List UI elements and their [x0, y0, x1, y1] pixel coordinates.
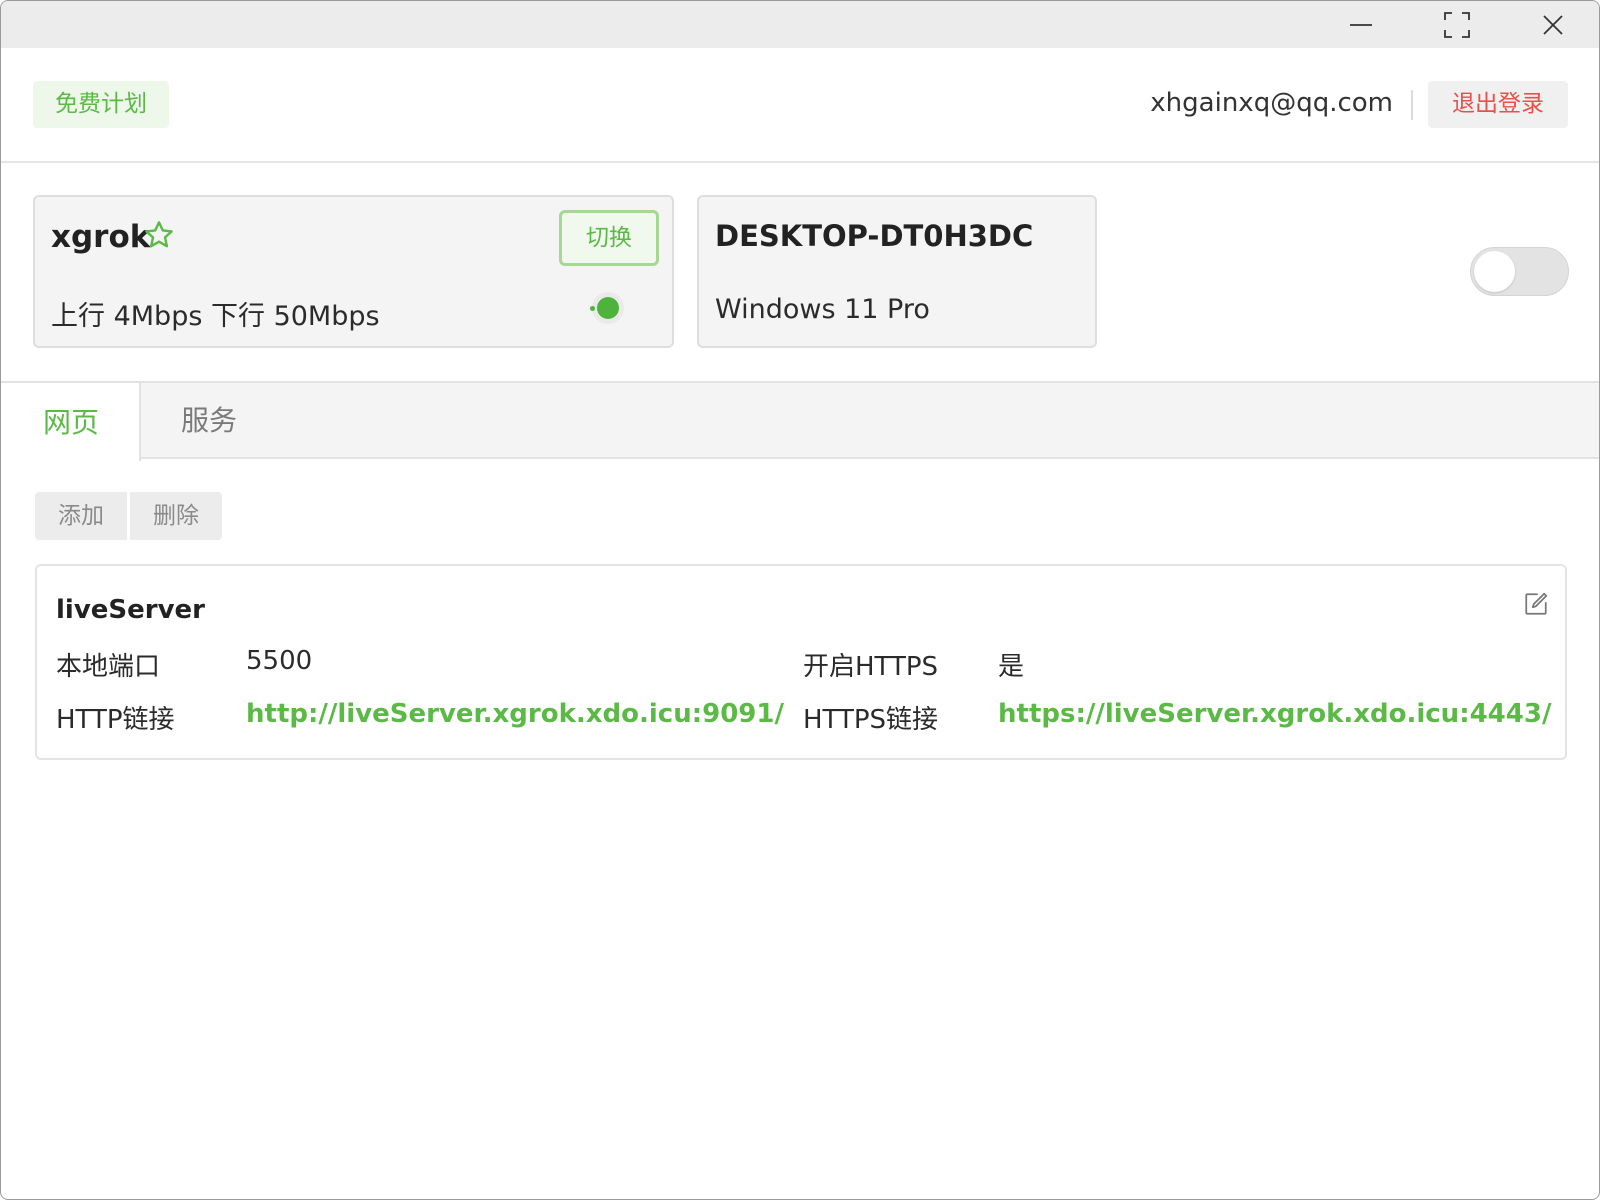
bandwidth-text: 上行 4Mbps 下行 50Mbps — [51, 301, 380, 332]
status-indicator — [590, 292, 624, 324]
tunnel-name: liveServer — [56, 595, 205, 625]
power-toggle[interactable] — [1470, 247, 1569, 296]
close-button[interactable] — [1523, 5, 1583, 45]
status-spark — [590, 306, 595, 311]
title-bar[interactable] — [1, 1, 1599, 48]
tab-bar: 网页 服务 — [1, 381, 1599, 461]
tab-service[interactable]: 服务 — [181, 381, 237, 461]
star-outline-icon[interactable] — [143, 219, 175, 251]
server-card: xgrok 切换 上行 4Mbps 下行 50Mbps — [33, 195, 674, 348]
local-port-value: 5500 — [246, 646, 313, 676]
account-email: xhgainxq@qq.com — [1150, 88, 1393, 118]
https-enabled-value: 是 — [998, 652, 1025, 682]
maximize-button[interactable] — [1427, 5, 1487, 45]
edit-icon[interactable] — [1523, 591, 1549, 617]
status-dot-icon — [597, 297, 619, 319]
http-link[interactable]: http://liveServer.xgrok.xdo.icu:9091/ — [246, 699, 784, 729]
minimize-icon — [1350, 24, 1372, 26]
plan-badge: 免费计划 — [33, 81, 169, 128]
maximize-icon — [1444, 12, 1470, 38]
account-header: 免费计划 xhgainxq@qq.com 退出登录 — [1, 48, 1599, 163]
https-link-label: HTTPS链接 — [803, 705, 939, 735]
https-enabled-label: 开启HTTPS — [803, 652, 939, 682]
logout-button[interactable]: 退出登录 — [1428, 81, 1568, 128]
http-link-label: HTTP链接 — [56, 705, 175, 735]
header-divider — [1411, 90, 1413, 120]
device-name: DESKTOP-DT0H3DC — [715, 219, 1034, 253]
add-button[interactable]: 添加 — [35, 492, 127, 540]
device-os: Windows 11 Pro — [715, 294, 930, 325]
toggle-knob — [1474, 251, 1515, 292]
minimize-button[interactable] — [1331, 5, 1391, 45]
local-port-label: 本地端口 — [56, 652, 161, 682]
tab-web[interactable]: 网页 — [1, 381, 141, 461]
close-icon — [1543, 15, 1563, 35]
action-group: 添加 删除 — [35, 492, 222, 540]
switch-server-button[interactable]: 切换 — [559, 210, 659, 266]
device-card: DESKTOP-DT0H3DC Windows 11 Pro — [697, 195, 1097, 348]
https-link[interactable]: https://liveServer.xgrok.xdo.icu:4443/ — [998, 699, 1551, 729]
server-name: xgrok — [51, 219, 151, 255]
tunnel-card[interactable]: liveServer 本地端口 5500 开启HTTPS 是 HTTP链接 ht… — [35, 564, 1567, 760]
delete-button[interactable]: 删除 — [130, 492, 222, 540]
app-window: 免费计划 xhgainxq@qq.com 退出登录 xgrok 切换 上行 4M… — [0, 0, 1600, 1200]
